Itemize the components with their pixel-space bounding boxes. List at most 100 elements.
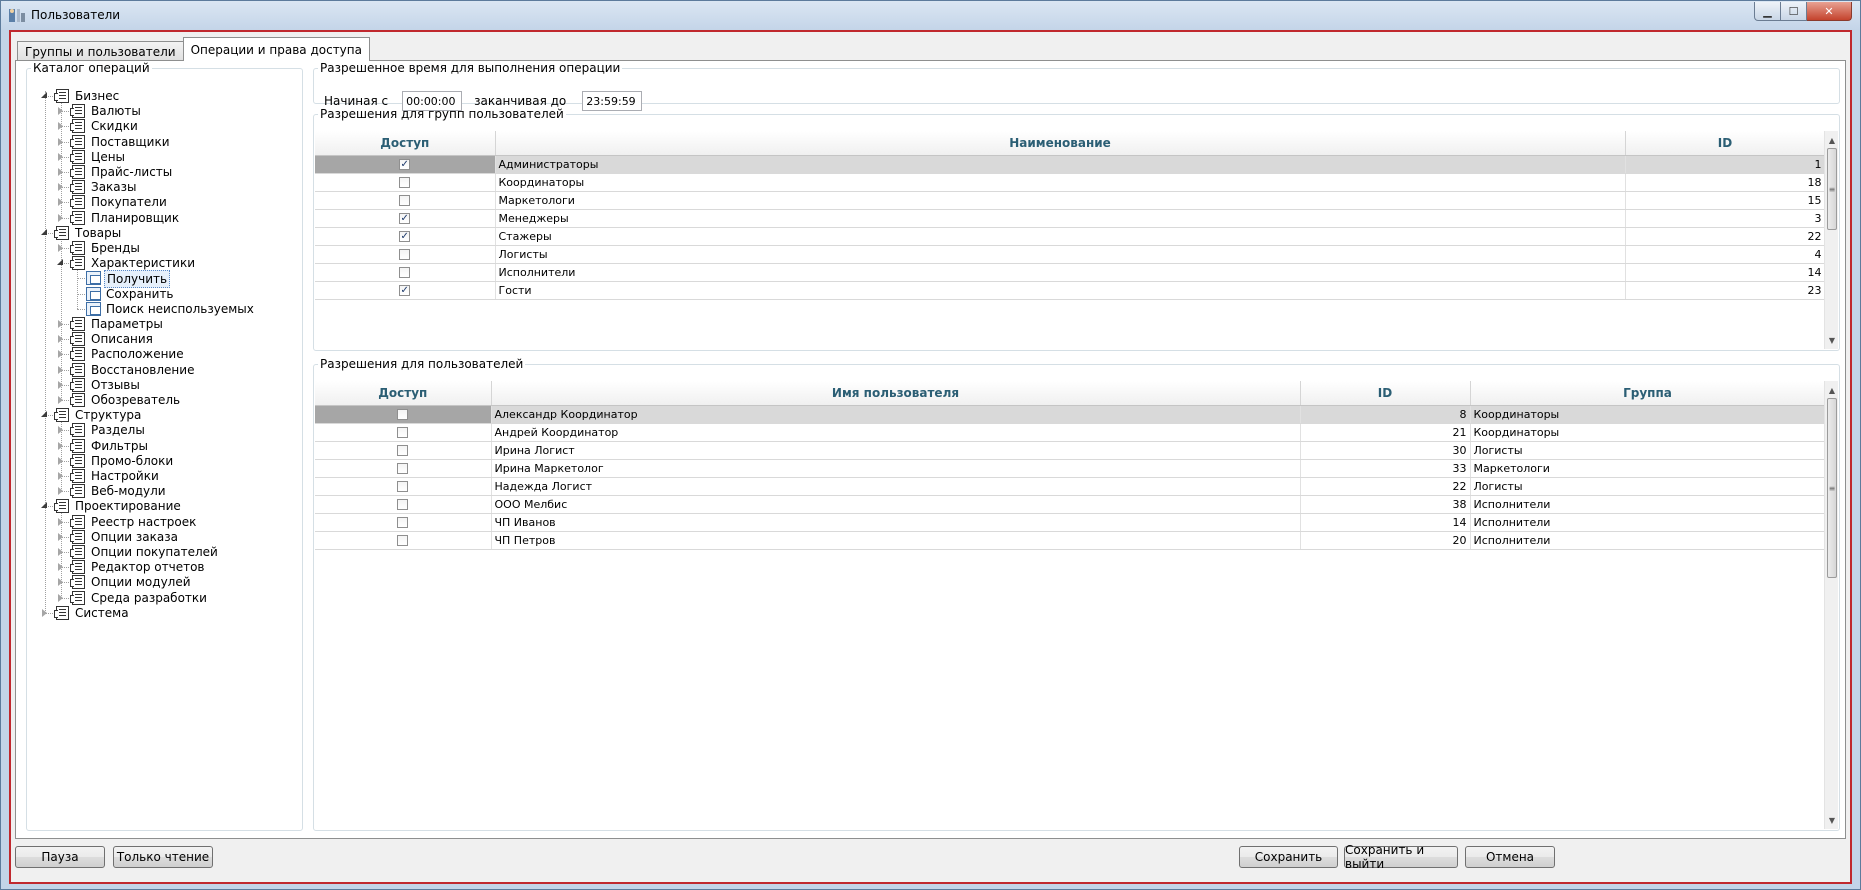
table-row[interactable]: Логисты 4 [315, 245, 1826, 264]
column-header-id[interactable]: ID [1300, 381, 1471, 406]
user-group-cell[interactable]: Координаторы [1470, 405, 1826, 424]
collapsed-triangle-icon[interactable] [58, 441, 63, 450]
access-cell[interactable] [315, 459, 492, 478]
tree-node-label[interactable]: Покупатели [89, 194, 169, 210]
unchecked-checkbox[interactable] [399, 249, 411, 260]
tree-node-label[interactable]: Обозреватель [89, 392, 182, 408]
unchecked-checkbox[interactable] [397, 481, 409, 492]
group-name-cell[interactable]: Стажеры [495, 227, 1626, 246]
collapsed-triangle-icon[interactable] [58, 487, 63, 496]
expanded-triangle-icon[interactable] [41, 411, 47, 418]
save-and-exit-button[interactable]: Сохранить и выйти [1344, 843, 1458, 871]
collapsed-triangle-icon[interactable] [58, 548, 63, 556]
tree-node-label[interactable]: Опции покупателей [89, 544, 220, 560]
table-row[interactable]: ЧП Иванов 14 Исполнители [315, 513, 1826, 532]
collapsed-triangle-icon[interactable] [58, 517, 63, 526]
table-row[interactable]: ✓ Менеджеры 3 [315, 209, 1826, 228]
user-id-cell[interactable]: 21 [1300, 423, 1471, 442]
tree-node-label[interactable]: Разделы [89, 422, 147, 438]
table-row[interactable]: ООО Мелбис 38 Исполнители [315, 495, 1826, 514]
collapsed-triangle-icon[interactable] [58, 137, 63, 146]
collapsed-triangle-icon[interactable] [58, 320, 63, 328]
checked-checkbox[interactable]: ✓ [399, 159, 411, 170]
tree-node-label[interactable]: Веб-модули [89, 483, 168, 499]
user-id-cell[interactable]: 14 [1300, 513, 1471, 532]
user-id-cell[interactable]: 30 [1300, 441, 1471, 460]
access-cell[interactable] [315, 441, 492, 460]
column-header-username[interactable]: Имя пользователя [491, 381, 1301, 406]
unchecked-checkbox[interactable] [397, 427, 409, 438]
tree-node-label[interactable]: Валюты [89, 103, 143, 119]
tree-node-label[interactable]: Товары [73, 225, 123, 241]
collapsed-triangle-icon[interactable] [58, 456, 63, 465]
access-cell[interactable]: ✓ [315, 281, 496, 300]
username-cell[interactable]: Ирина Маркетолог [491, 459, 1301, 478]
table-row[interactable]: Ирина Маркетолог 33 Маркетологи [315, 459, 1826, 478]
access-cell[interactable]: ✓ [315, 209, 496, 228]
collapsed-triangle-icon[interactable] [58, 168, 63, 176]
access-cell[interactable] [315, 263, 496, 282]
expanded-triangle-icon[interactable] [57, 259, 63, 266]
maximize-button[interactable]: ☐ [1781, 2, 1807, 21]
group-id-cell[interactable]: 18 [1625, 173, 1826, 192]
tree-node-label[interactable]: Система [73, 605, 131, 621]
access-cell[interactable]: ✓ [315, 155, 496, 174]
table-row[interactable]: Маркетологи 15 [315, 191, 1826, 210]
tree-node-label[interactable]: Бизнес [73, 88, 121, 104]
collapsed-triangle-icon[interactable] [58, 244, 63, 252]
user-id-cell[interactable]: 20 [1300, 531, 1471, 550]
tree-node-label[interactable]: Восстановление [89, 362, 196, 378]
group-id-cell[interactable]: 4 [1625, 245, 1826, 264]
collapsed-triangle-icon[interactable] [58, 563, 63, 572]
collapsed-triangle-icon[interactable] [58, 335, 63, 344]
collapsed-triangle-icon[interactable] [58, 593, 63, 602]
tree-node-label[interactable]: Опции модулей [89, 574, 193, 590]
user-id-cell[interactable]: 8 [1300, 405, 1471, 424]
access-cell[interactable] [315, 191, 496, 210]
tree-node-label[interactable]: Характеристики [89, 255, 197, 271]
access-cell[interactable] [315, 423, 492, 442]
group-name-cell[interactable]: Логисты [495, 245, 1626, 264]
tree-node-label[interactable]: Реестр настроек [89, 514, 198, 530]
column-header-id[interactable]: ID [1625, 131, 1826, 156]
scroll-down-arrow-icon[interactable]: ▼ [1825, 333, 1838, 347]
collapsed-triangle-icon[interactable] [58, 213, 63, 222]
user-group-cell[interactable]: Исполнители [1470, 495, 1826, 514]
column-header-access[interactable]: Доступ [315, 131, 496, 156]
username-cell[interactable]: Александр Координатор [491, 405, 1301, 424]
tree-node-label[interactable]: Поставщики [89, 134, 172, 150]
checked-checkbox[interactable]: ✓ [399, 213, 411, 224]
unchecked-checkbox[interactable] [399, 195, 411, 206]
access-cell[interactable] [315, 245, 496, 264]
group-id-cell[interactable]: 22 [1625, 227, 1826, 246]
group-name-cell[interactable]: Координаторы [495, 173, 1626, 192]
operations-tree[interactable]: Бизнес Валюты Скидки Поставщики Цены Прайс-ли… [31, 79, 300, 828]
access-cell[interactable] [315, 495, 492, 514]
tree-node-label[interactable]: Поиск неиспользуемых [104, 301, 256, 317]
group-name-cell[interactable]: Администраторы [495, 155, 1626, 174]
tree-node-label[interactable]: Отзывы [89, 377, 142, 393]
minimize-button[interactable]: ▁ [1754, 2, 1781, 21]
save-button[interactable]: Сохранить [1239, 846, 1338, 868]
tree-node-label[interactable]: Бренды [89, 240, 142, 256]
tree-node-label[interactable]: Расположение [89, 346, 186, 362]
tree-node-label[interactable]: Заказы [89, 179, 139, 195]
scroll-down-arrow-icon[interactable]: ▼ [1825, 813, 1838, 827]
table-row[interactable]: Александр Координатор 8 Координаторы [315, 405, 1826, 424]
username-cell[interactable]: Ирина Логист [491, 441, 1301, 460]
group-name-cell[interactable]: Менеджеры [495, 209, 1626, 228]
expanded-triangle-icon[interactable] [41, 92, 47, 98]
checked-checkbox[interactable]: ✓ [399, 285, 411, 296]
collapsed-triangle-icon[interactable] [58, 396, 63, 404]
readonly-button[interactable]: Только чтение [113, 846, 213, 868]
unchecked-checkbox[interactable] [399, 267, 411, 278]
scroll-up-arrow-icon[interactable]: ▲ [1825, 133, 1838, 147]
unchecked-checkbox[interactable] [397, 409, 409, 420]
tab-operations-access[interactable]: Операции и права доступа [182, 37, 370, 61]
user-grid-scrollbar[interactable]: ▲ ≡ ▼ [1824, 381, 1838, 829]
title-bar[interactable]: Пользователи ▁ ☐ ✕ [1, 1, 1860, 31]
scroll-thumb[interactable]: ≡ [1827, 148, 1837, 230]
scroll-up-arrow-icon[interactable]: ▲ [1825, 383, 1838, 397]
tree-node-label[interactable]: Планировщик [89, 210, 181, 226]
collapsed-triangle-icon[interactable] [58, 365, 63, 374]
